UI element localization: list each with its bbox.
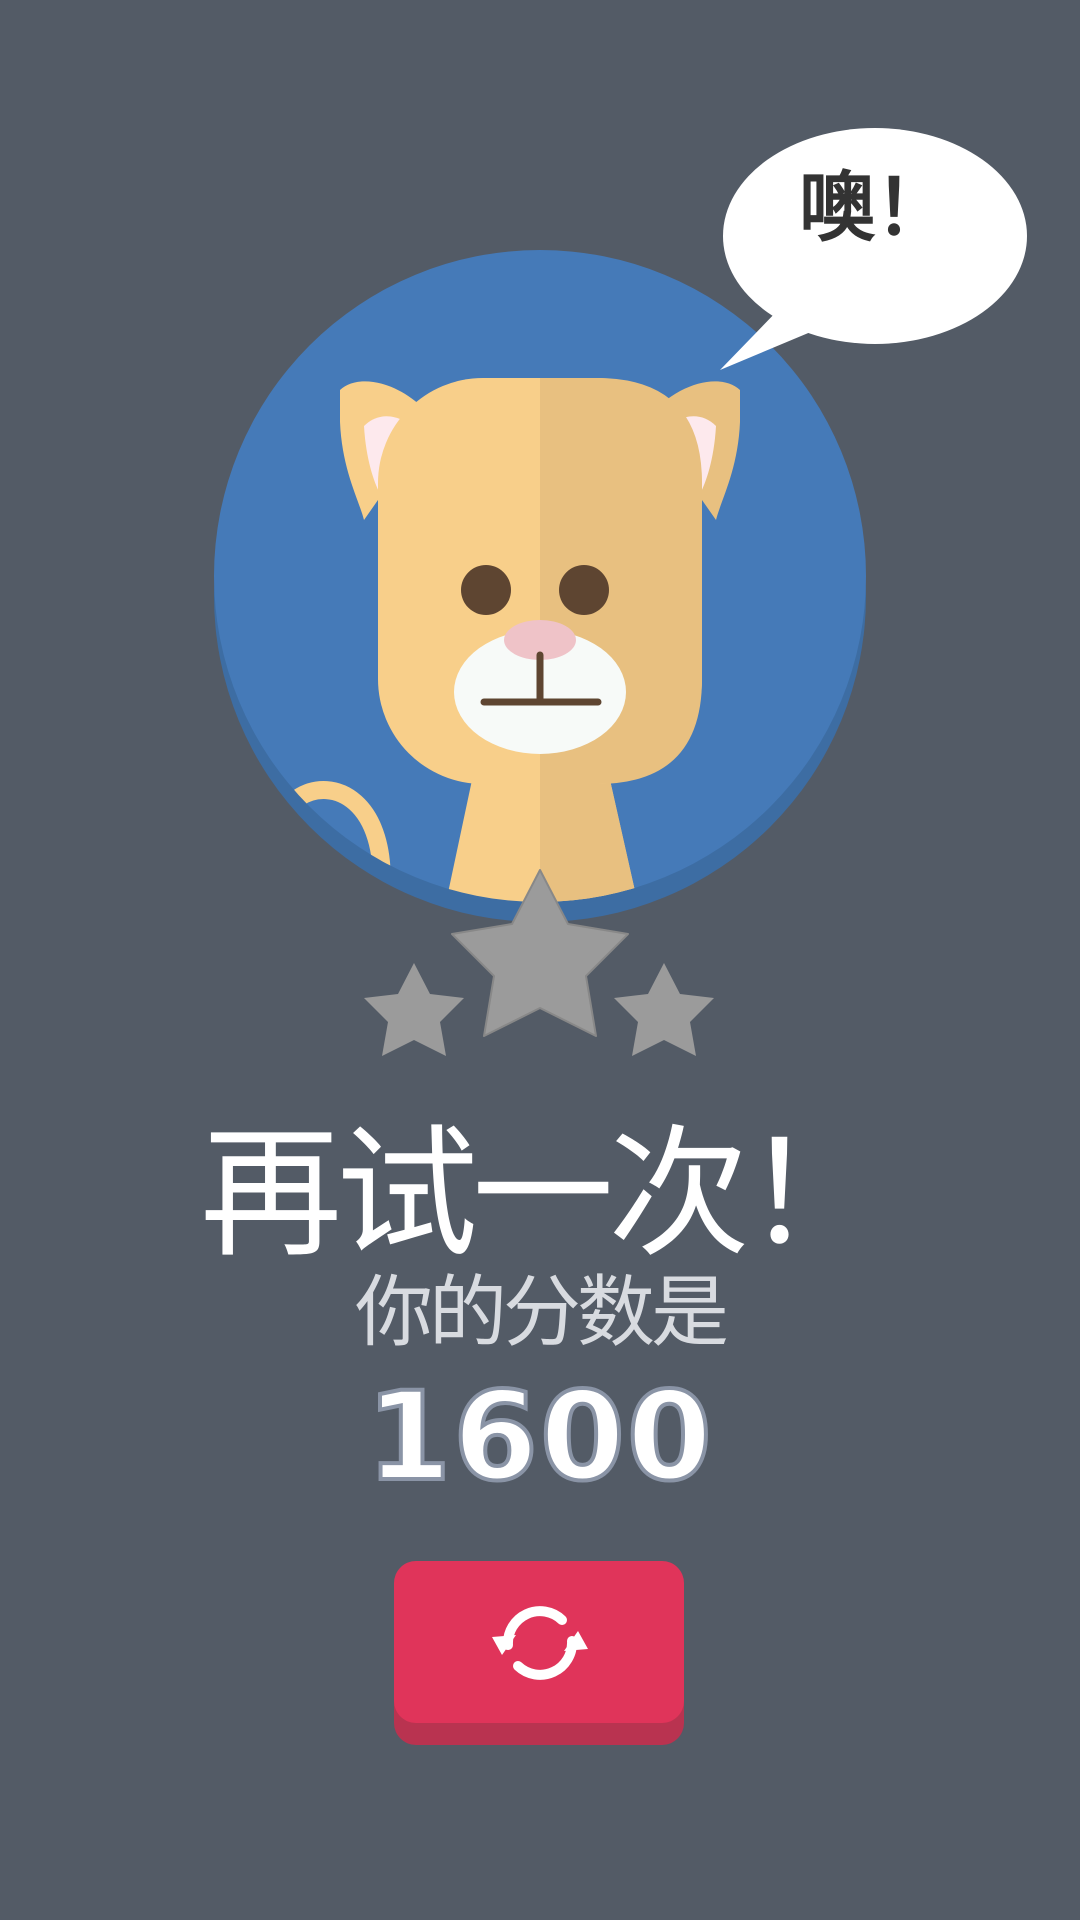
cat-eye-right <box>559 565 609 615</box>
speech-bubble-text: 噢！ <box>799 163 951 252</box>
refresh-icon <box>492 1606 588 1680</box>
star-icon <box>614 963 714 1056</box>
score-value: 1600 <box>364 1366 714 1508</box>
score-label: 你的分数是 <box>354 1268 729 1358</box>
star-icon <box>451 869 629 1037</box>
star-rating <box>364 869 714 1056</box>
cat-eye-left <box>461 565 511 615</box>
result-title: 再试一次！ <box>200 1112 886 1277</box>
retry-button[interactable] <box>394 1561 684 1745</box>
star-icon <box>364 963 464 1056</box>
